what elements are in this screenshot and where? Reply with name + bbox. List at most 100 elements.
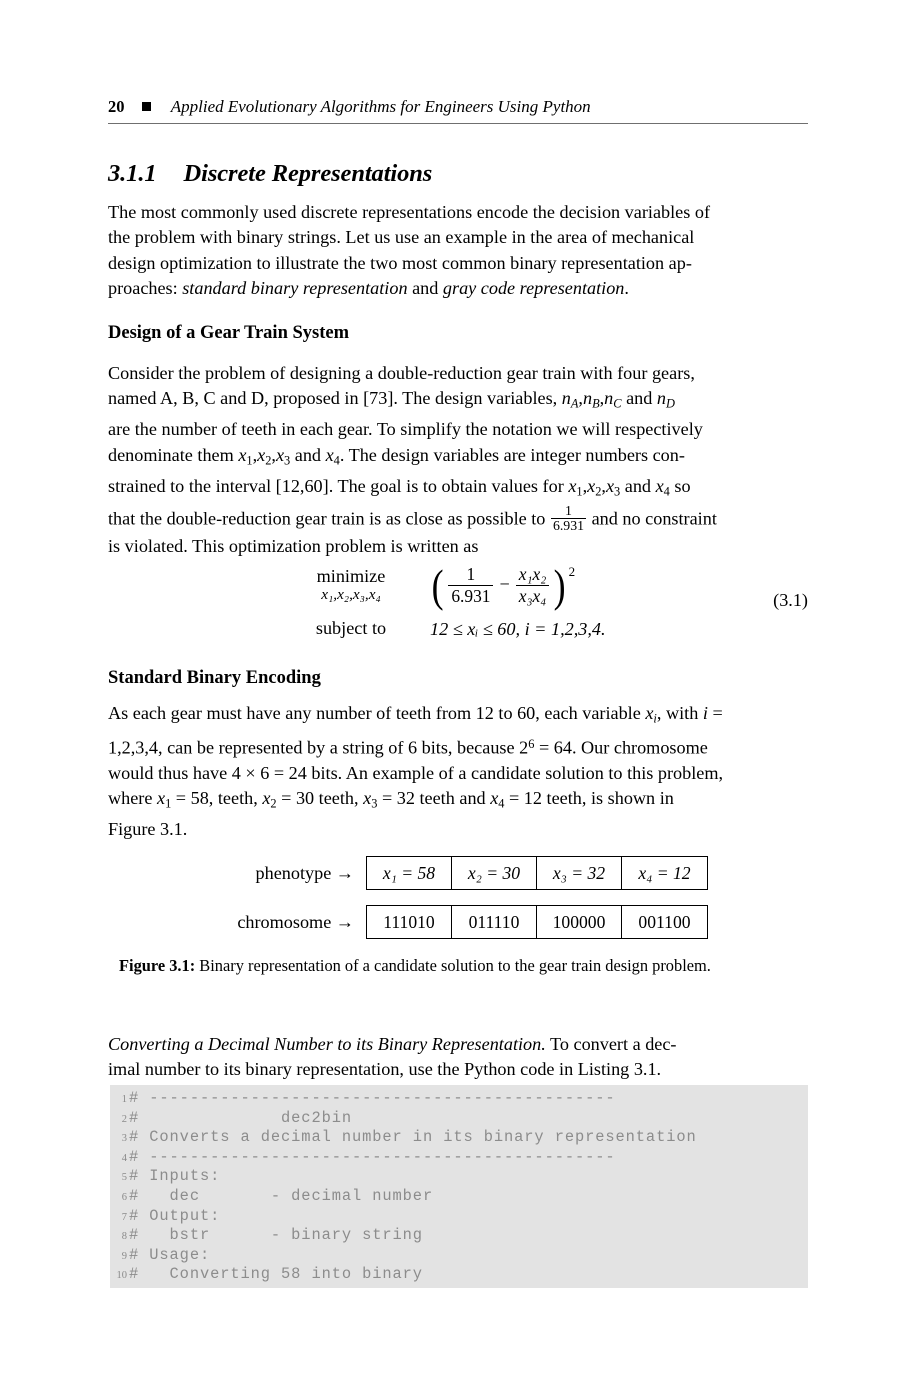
inline-fraction-one-over-6931: 1 6.931: [550, 503, 587, 533]
header-rule: [108, 123, 808, 125]
standard-binary-encoding-paragraph: As each gear must have any number of tee…: [108, 701, 808, 843]
line-number: 6: [121, 1191, 127, 1203]
fraction-one-over-6931: 1 6.931: [448, 565, 494, 606]
code-line: 2 # dec2bin: [110, 1109, 808, 1129]
text-fragment: , with: [656, 703, 703, 723]
code-line: 1 # -------------------------------------…: [110, 1089, 808, 1109]
figure-caption: Figure 3.1: Binary representation of a c…: [119, 955, 819, 976]
line-number: 3: [121, 1133, 127, 1145]
chromosome-cell: 111010: [367, 906, 452, 938]
converting-run-in-heading: Converting a Decimal Number to its Binar…: [108, 1034, 546, 1054]
phenotype-label: phenotype →: [255, 862, 355, 883]
subheading-gear-train: Design of a Gear Train System: [108, 323, 350, 343]
paragraph-line: The most commonly used discrete represen…: [108, 202, 711, 222]
code-text: # dec - decimal number: [129, 1186, 434, 1205]
code-text: # Usage:: [129, 1245, 211, 1264]
code-line: 10 # Converting 58 into binary: [110, 1265, 808, 1285]
chromosome-label: chromosome →: [237, 911, 354, 932]
phenotype-cell: x₁ = 58: [367, 857, 452, 889]
fraction-denominator: 6.931: [448, 585, 494, 606]
exponent-two: 2: [568, 563, 576, 579]
paragraph-line: Consider the problem of designing a doub…: [108, 363, 695, 383]
math-var-x2: x2: [262, 788, 277, 811]
code-text: # --------------------------------------…: [129, 1089, 616, 1107]
math-var-x4: x4: [490, 788, 505, 811]
chromosome-cell: 100000: [537, 906, 622, 938]
paragraph-line: named A, B, C and D, proposed in [73]. T…: [108, 388, 675, 411]
paragraph-line: 1,2,3,4, can be represented by a string …: [108, 732, 808, 761]
fraction-x1x2-over-x3x4: x₁x₂ x₃x₄: [515, 564, 550, 606]
gear-train-paragraph: Consider the problem of designing a doub…: [108, 361, 808, 559]
line-number: 2: [121, 1113, 127, 1125]
math-var-n: n: [582, 388, 593, 409]
intro-paragraph: The most commonly used discrete represen…: [108, 200, 808, 302]
paragraph-line: where x1 = 58, teeth, x2 = 30 teeth, x3 …: [108, 786, 808, 817]
display-equation-3-1: minimize x₁,x₂,x₃,x₄ (1 6.931− x₁x₂ x₃x₄) 2 …: [108, 556, 808, 646]
text-fragment: proaches:: [108, 278, 183, 299]
running-head: 20 Applied Evolutionary Algorithms for E…: [108, 97, 808, 117]
math-var-x2: x2: [587, 475, 602, 498]
chromosome-cells: 111010 011110 100000 001100: [366, 905, 708, 939]
paragraph-line: Converting a Decimal Number to its Binar…: [108, 1032, 808, 1057]
text-fragment: = 58, teeth,: [171, 788, 263, 809]
code-text: # bstr - binary string: [129, 1226, 423, 1245]
section-number: 3.1.1: [108, 160, 157, 187]
code-text: # Converts a decimal number in its binar…: [129, 1128, 697, 1147]
math-var-x2: x2: [257, 444, 272, 468]
phenotype-cell: x₄ = 12: [638, 862, 691, 883]
text-fragment: and: [621, 388, 657, 409]
fraction-numerator: 1: [565, 503, 572, 519]
paragraph-line: are the number of teeth in each gear. To…: [108, 419, 703, 440]
text-fragment: and no constraint: [587, 508, 717, 529]
paragraph-line: denominate them x1,x2,x3 and x4. The des…: [108, 444, 685, 468]
line-number: 10: [116, 1270, 128, 1282]
line-number: 1: [121, 1094, 127, 1105]
emphasis-standard-binary: standard binary representation: [182, 278, 408, 299]
section-title: Discrete Representations: [183, 160, 433, 187]
math-var-x1: x1: [156, 788, 172, 811]
section-heading: 3.1.1 Discrete Representations: [108, 160, 432, 188]
equation-number: (3.1): [773, 590, 808, 610]
math-sub-D: D: [665, 396, 675, 411]
math-var-x4: x4: [655, 475, 670, 498]
equation-constraint-row: subject to 12 ≤ xᵢ ≤ 60, i = 1,2,3,4.: [286, 614, 606, 644]
figure-3-1: phenotype → x₁ = 58 x₂ = 30 x₃ = 32 x₄ =…: [108, 856, 808, 939]
phenotype-cell: x₃ = 32: [537, 857, 622, 889]
code-line: 5 # Inputs:: [110, 1167, 808, 1187]
code-text: # Converting 58 into binary: [129, 1265, 423, 1284]
text-fragment: .: [624, 278, 629, 299]
paragraph-line: strained to the interval [12,60]. The go…: [108, 475, 691, 498]
minus-operator: −: [499, 573, 510, 594]
code-line: 6 # dec - decimal number: [110, 1187, 808, 1207]
math-var-n: n: [604, 388, 614, 409]
minimize-word: minimize: [316, 566, 386, 587]
equation-body: minimize x₁,x₂,x₃,x₄ (1 6.931− x₁x₂ x₃x₄) 2 …: [286, 556, 606, 644]
text-fragment: so: [669, 475, 691, 496]
phenotype-cells: x₁ = 58 x₂ = 30 x₃ = 32 x₄ = 12: [366, 856, 708, 890]
subheading-standard-binary-encoding: Standard Binary Encoding: [108, 668, 321, 688]
paragraph-line: imal number to its binary representation…: [108, 1059, 662, 1080]
figure-phenotype-row: phenotype → x₁ = 58 x₂ = 30 x₃ = 32 x₄ =…: [108, 856, 808, 890]
paragraph-line: design optimization to illustrate the tw…: [108, 252, 692, 273]
text-fragment: To convert a dec-: [545, 1034, 677, 1054]
equation-objective-expression: (1 6.931− x₁x₂ x₃x₄) 2: [430, 559, 576, 611]
figure-caption-text: Binary representation of a candidate sol…: [195, 956, 711, 975]
text-fragment: strained to the interval [12,60]. The go…: [108, 475, 569, 496]
page-number: 20: [108, 97, 125, 116]
math-sub-C: C: [613, 396, 622, 411]
math-var-x1: x1: [238, 444, 253, 468]
math-var-x3: x3: [363, 788, 378, 811]
math-sub-B: B: [592, 396, 600, 411]
subject-to-word: subject to: [315, 618, 387, 639]
paragraph-line: that the double-reduction gear train is …: [108, 504, 808, 533]
text-fragment: named A, B, C and D, proposed in [73]. T…: [108, 388, 562, 409]
code-line: 8 # bstr - binary string: [110, 1226, 808, 1246]
text-fragment: = 64. Our chromosome: [534, 737, 708, 758]
chromosome-cell: 001100: [638, 911, 691, 932]
fraction-numerator: x₁x₂: [518, 564, 547, 585]
fraction-denominator: x₃x₄: [515, 585, 550, 606]
code-text: # Inputs:: [129, 1167, 221, 1186]
math-var-x4: x4: [325, 444, 340, 468]
right-paren: ): [553, 559, 566, 611]
math-var-x1: x1: [568, 475, 583, 498]
